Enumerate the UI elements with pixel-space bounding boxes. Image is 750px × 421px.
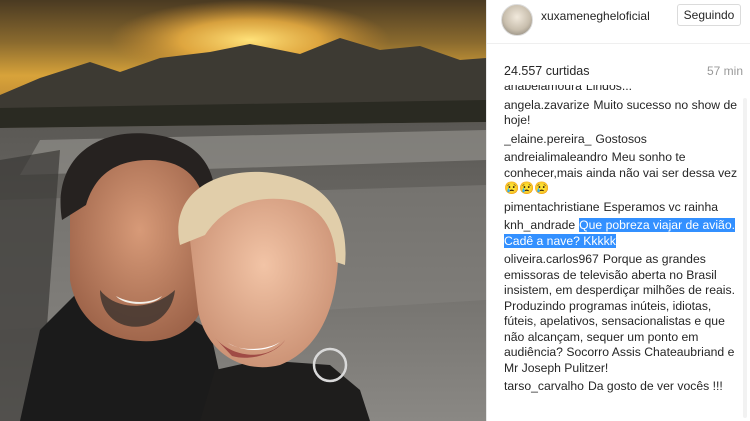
comment-item: oliveira.carlos967 Porque as grandes emis… [504, 252, 742, 376]
comment-username[interactable]: tarso_carvalho [504, 379, 584, 393]
post-sidebar: xuxamenegheloficial Seguindo 24.557 curt… [487, 0, 750, 421]
comment-text: Esperamos vc rainha [603, 199, 719, 214]
comment-text: Gostosos [595, 131, 647, 146]
post-header: xuxamenegheloficial Seguindo [487, 0, 750, 44]
comment-item: andreialimaleandro Meu sonho te conhecer,… [504, 150, 742, 197]
comment-item: angela.zavarize Muito sucesso no show de … [504, 98, 742, 129]
comments-list: anabelamoura Lindos... angela.zavarize Mui… [504, 85, 742, 421]
comment-text: Lindos... [585, 85, 632, 93]
comment-username[interactable]: andreialimaleandro [504, 150, 608, 164]
comment-item: pimentachristiane Esperamos vc rainha [504, 200, 742, 216]
comment-item: knh_andrade Que pobreza viajar de avião. … [504, 218, 742, 249]
comment-username[interactable]: pimentachristiane [504, 200, 600, 214]
profile-username[interactable]: xuxamenegheloficial [541, 9, 650, 23]
post-time[interactable]: 57 min [707, 64, 743, 78]
comment-text: Porque as grandes emissoras de televisão… [504, 252, 735, 375]
comment-text: Da gosto de ver vocês !!! [587, 379, 723, 393]
comment-username[interactable]: anabelamoura [504, 85, 582, 93]
photo-scene [0, 0, 486, 421]
following-button[interactable]: Seguindo [677, 4, 741, 26]
comment-username[interactable]: knh_andrade [504, 218, 575, 232]
comment-item: _elaine.pereira_ Gostosos [504, 132, 742, 148]
comment-username[interactable]: angela.zavarize [504, 98, 589, 112]
post-photo [0, 0, 486, 421]
comments-scrollbar[interactable] [743, 98, 747, 418]
comment-username[interactable]: _elaine.pereira_ [504, 132, 591, 146]
comment-item: anabelamoura Lindos... [504, 85, 742, 95]
comment-username[interactable]: oliveira.carlos967 [504, 252, 599, 266]
avatar[interactable] [501, 4, 533, 36]
comment-item: tarso_carvalho Da gosto de ver vocês !!! [504, 379, 742, 395]
likes-count[interactable]: 24.557 curtidas [504, 64, 589, 78]
